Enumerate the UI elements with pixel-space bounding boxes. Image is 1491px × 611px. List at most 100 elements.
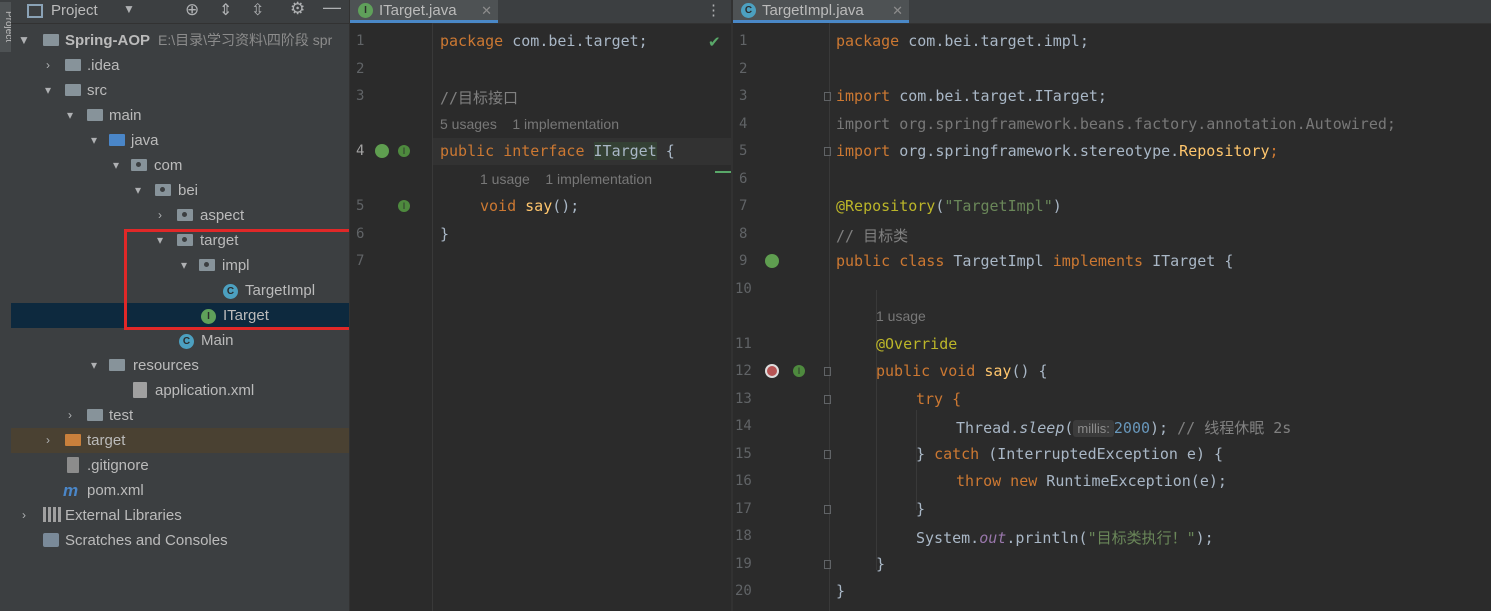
- package-icon: [177, 209, 193, 221]
- line-number: 5: [739, 143, 748, 159]
- code-text: com.bei.target.ITarget;: [890, 87, 1107, 105]
- method-name: say: [975, 362, 1012, 380]
- chevron-right-icon[interactable]: ›: [41, 53, 55, 78]
- check-icon[interactable]: ✔: [708, 33, 721, 51]
- implemented-icon[interactable]: I: [398, 200, 410, 212]
- scratches-icon: [43, 533, 59, 547]
- tree-item-bei[interactable]: ▾ bei: [11, 178, 349, 203]
- tree-item-java[interactable]: ▾ java: [11, 128, 349, 153]
- tree-item-aspect[interactable]: › aspect: [11, 203, 349, 228]
- resources-folder-icon: [109, 359, 125, 371]
- project-view-icon[interactable]: [27, 4, 43, 18]
- code-line: import com.bei.target.ITarget;: [836, 87, 1107, 105]
- fold-icon[interactable]: [824, 147, 831, 156]
- chevron-down-icon[interactable]: ▾: [131, 178, 145, 203]
- fold-icon[interactable]: [824, 367, 831, 376]
- tree-item-label: External Libraries: [65, 507, 182, 524]
- implemented-icon[interactable]: I: [398, 145, 410, 157]
- code-line: import org.springframework.stereotype.Re…: [836, 142, 1279, 160]
- tree-item-external-libraries[interactable]: › External Libraries: [11, 503, 349, 528]
- tree-item-label: application.xml: [155, 382, 255, 399]
- chevron-down-icon[interactable]: ▾: [109, 153, 123, 178]
- tree-item-main-class[interactable]: C Main: [11, 328, 349, 353]
- tab-targetimpl-java[interactable]: C TargetImpl.java ✕: [733, 0, 909, 23]
- code-text: System.: [916, 529, 980, 547]
- tree-item-label: java: [131, 132, 159, 149]
- gear-icon[interactable]: ⚙: [290, 0, 305, 19]
- chevron-down-icon[interactable]: ▾: [63, 103, 77, 128]
- chevron-down-icon[interactable]: ▾: [87, 353, 101, 378]
- tree-item-idea[interactable]: › .idea: [11, 53, 349, 78]
- tree-item-label: src: [87, 82, 107, 99]
- tree-item-label: .idea: [87, 57, 120, 74]
- line-number: 13: [735, 391, 752, 407]
- fold-icon[interactable]: [824, 450, 831, 459]
- fold-icon[interactable]: [824, 560, 831, 569]
- usages-hint[interactable]: 5 usages 1 implementation: [440, 116, 619, 132]
- tab-label: TargetImpl.java: [762, 2, 864, 19]
- keyword: public void: [876, 362, 976, 380]
- tree-item-label: aspect: [200, 207, 245, 224]
- line-number: 17: [735, 501, 752, 517]
- tree-item-pom-xml[interactable]: m pom.xml: [11, 478, 349, 503]
- project-panel-title[interactable]: Project: [51, 2, 98, 19]
- gitignore-file-icon: [67, 457, 79, 473]
- folder-icon: [87, 409, 103, 421]
- code-text: (InterruptedException e) {: [979, 445, 1224, 463]
- class-name: TargetImpl: [944, 252, 1053, 270]
- code-line: }: [836, 582, 846, 600]
- aop-advice-icon[interactable]: [765, 364, 779, 378]
- project-panel-header: Project ▼ ⊕ ⇕ ⇳ ⚙ —: [11, 0, 349, 24]
- tab-itarget-java[interactable]: I ITarget.java ✕: [350, 0, 498, 23]
- chevron-right-icon[interactable]: ›: [153, 203, 167, 228]
- collapse-all-icon[interactable]: ⇳: [251, 0, 264, 20]
- chevron-down-icon[interactable]: ▾: [41, 78, 55, 103]
- chevron-down-icon[interactable]: ▾: [87, 128, 101, 153]
- chevron-right-icon[interactable]: ›: [63, 403, 77, 428]
- tree-item-project-root[interactable]: ▼ Spring-AOP E:\目录\学习资料\四阶段 spr: [11, 28, 349, 53]
- tree-item-label: .gitignore: [87, 457, 149, 474]
- code-text: .println(: [1006, 529, 1088, 547]
- tree-item-resources[interactable]: ▾ resources: [11, 353, 349, 378]
- usages-hint[interactable]: 1 usage: [876, 308, 926, 324]
- xml-file-icon: [133, 382, 147, 398]
- editor-tab-bar: C TargetImpl.java ✕: [733, 0, 1491, 24]
- chevron-down-icon[interactable]: ▼: [123, 2, 135, 16]
- implements-method-icon[interactable]: I: [793, 365, 805, 377]
- chevron-down-icon[interactable]: ▼: [17, 28, 31, 53]
- tree-item-scratches[interactable]: Scratches and Consoles: [11, 528, 349, 553]
- more-icon[interactable]: ⋮: [706, 1, 721, 19]
- close-icon[interactable]: ✕: [481, 0, 492, 21]
- expand-all-icon[interactable]: ⇕: [219, 0, 232, 20]
- tree-item-label: test: [109, 407, 134, 424]
- keyword: void: [480, 197, 517, 215]
- spring-bean-icon[interactable]: [765, 254, 779, 268]
- tree-item-label: pom.xml: [87, 482, 144, 499]
- usages-hint[interactable]: 1 usage 1 implementation: [480, 171, 652, 187]
- project-panel: Project ▼ ⊕ ⇕ ⇳ ⚙ — ▼ Spring-AOP E:\目录\学习…: [11, 0, 349, 611]
- minimize-icon[interactable]: —: [323, 0, 341, 18]
- chevron-right-icon[interactable]: ›: [41, 428, 55, 453]
- interface-icon: I: [358, 3, 373, 18]
- tree-item-test[interactable]: › test: [11, 403, 349, 428]
- line-number: 1: [356, 33, 365, 49]
- tree-item-src[interactable]: ▾ src: [11, 78, 349, 103]
- tree-item-com[interactable]: ▾ com: [11, 153, 349, 178]
- locate-icon[interactable]: ⊕: [185, 0, 199, 20]
- code-line: public void say() {: [876, 362, 1048, 380]
- tree-item-application-xml[interactable]: application.xml: [11, 378, 349, 403]
- folder-icon: [65, 59, 81, 71]
- keyword: package: [836, 32, 900, 50]
- tree-item-main[interactable]: ▾ main: [11, 103, 349, 128]
- tree-item-label: Main: [201, 332, 234, 349]
- fold-icon[interactable]: [824, 505, 831, 514]
- module-folder-icon: [43, 34, 59, 46]
- tree-item-target-output[interactable]: › target: [11, 428, 349, 453]
- close-icon[interactable]: ✕: [892, 0, 903, 21]
- spring-bean-icon[interactable]: [375, 144, 389, 158]
- fold-icon[interactable]: [824, 92, 831, 101]
- fold-icon[interactable]: [824, 395, 831, 404]
- tree-item-gitignore[interactable]: .gitignore: [11, 453, 349, 478]
- chevron-right-icon[interactable]: ›: [17, 503, 31, 528]
- tree-item-label: resources: [133, 357, 199, 374]
